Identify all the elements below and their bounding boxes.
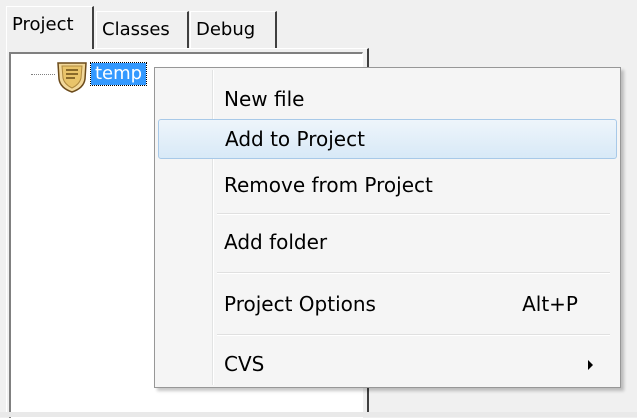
tree-root-label[interactable]: temp — [89, 62, 148, 86]
menu-item-add-to-project[interactable]: Add to Project — [158, 119, 617, 159]
menu-separator — [217, 334, 610, 336]
menu-separator — [217, 213, 610, 215]
menu-item-label: CVS — [224, 352, 265, 376]
menu-item-label: Remove from Project — [224, 173, 433, 197]
menu-item-new-file[interactable]: New file — [158, 79, 617, 119]
submenu-arrow-icon — [588, 360, 593, 370]
tab-classes[interactable]: Classes — [96, 11, 189, 49]
menu-item-label: Project Options — [224, 292, 376, 316]
menu-item-label: Add to Project — [225, 127, 365, 151]
menu-item-project-options[interactable]: Project Options Alt+P — [158, 284, 617, 324]
menu-item-cvs[interactable]: CVS — [158, 344, 617, 384]
menu-item-label: Add folder — [224, 230, 328, 254]
menu-item-add-folder[interactable]: Add folder — [158, 222, 617, 262]
menu-separator — [217, 272, 610, 274]
window-bottom-edge — [0, 412, 637, 417]
menu-item-label: New file — [224, 87, 305, 111]
tab-project[interactable]: Project — [6, 6, 94, 49]
tree-connector-line — [31, 74, 55, 75]
project-icon[interactable] — [54, 59, 90, 93]
context-menu: New file Add to Project Remove from Proj… — [154, 67, 621, 388]
project-tab-bar: Project Classes Debug — [0, 0, 300, 49]
tab-debug-label: Debug — [196, 19, 256, 40]
tab-debug[interactable]: Debug — [190, 11, 277, 49]
menu-item-remove-from-project[interactable]: Remove from Project — [158, 165, 617, 205]
tab-project-label: Project — [12, 14, 74, 35]
menu-item-shortcut: Alt+P — [522, 292, 578, 316]
tab-classes-label: Classes — [102, 19, 170, 40]
